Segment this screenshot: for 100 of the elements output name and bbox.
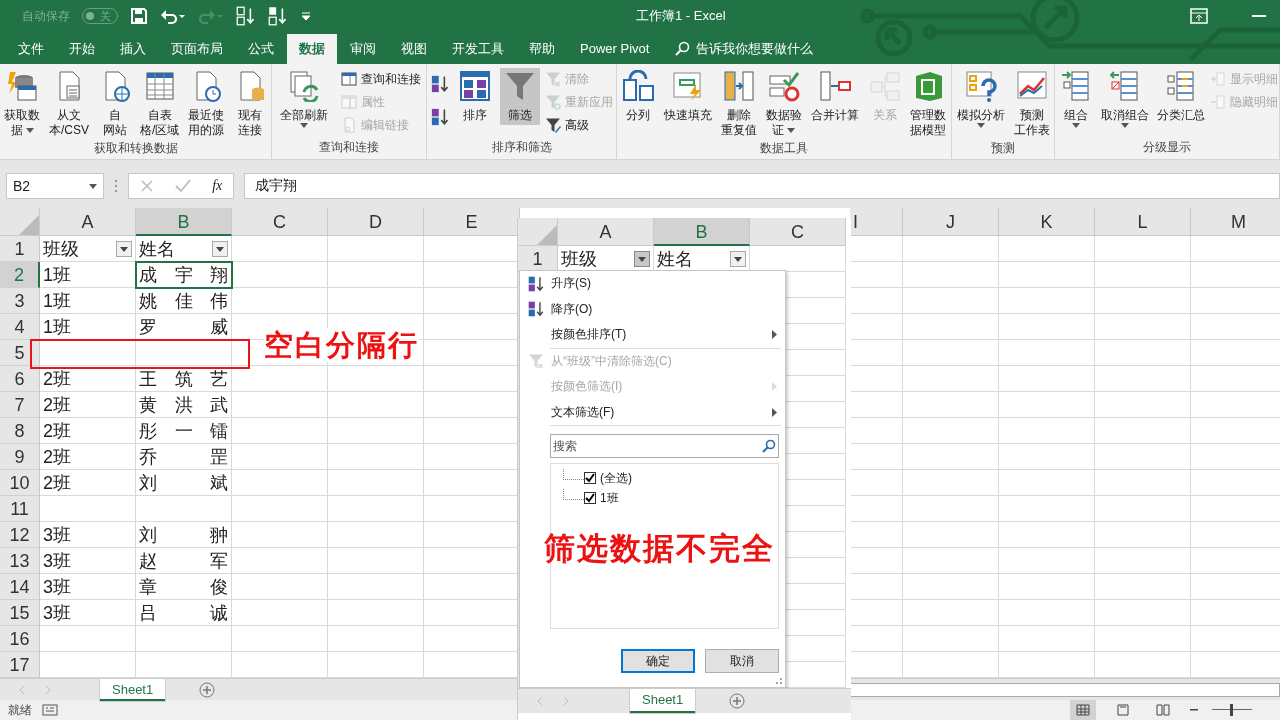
row-header[interactable]: 4 (0, 314, 40, 340)
ribbon-display-icon[interactable] (1190, 8, 1208, 24)
add-sheet-icon[interactable] (729, 693, 746, 709)
ribbon-button[interactable]: 预测 工作表 (1010, 68, 1053, 140)
column-header[interactable]: M (1191, 208, 1280, 236)
row-header[interactable]: 2 (0, 262, 40, 288)
column-header[interactable]: D (328, 208, 424, 236)
ribbon-button[interactable]: 模拟分析 (953, 68, 1008, 130)
add-sheet-icon[interactable] (199, 681, 216, 698)
column-header[interactable]: B (136, 208, 232, 236)
row-header[interactable]: 15 (0, 600, 40, 626)
sheet-tab[interactable]: Sheet1 (630, 689, 696, 713)
row-header[interactable]: 1 (0, 236, 40, 262)
menu-item[interactable]: 文本筛选(F) (520, 399, 785, 425)
column-header[interactable]: I (850, 208, 903, 236)
row-header[interactable]: 10 (0, 470, 40, 496)
ribbon-tab[interactable]: 文件 (6, 34, 56, 64)
ribbon-button[interactable]: 筛选 (500, 68, 541, 125)
ribbon-button[interactable]: 合并计算 (807, 68, 862, 125)
customize-caret-icon[interactable] (300, 10, 312, 22)
column-header[interactable]: A (558, 218, 654, 246)
checkbox[interactable] (584, 472, 596, 484)
ribbon-button[interactable]: 排序 (454, 68, 495, 125)
tell-me-search[interactable]: 告诉我你想要做什么 (674, 34, 814, 64)
ribbon-button[interactable]: 全部刷新 (277, 68, 331, 130)
row-header[interactable]: 13 (0, 548, 40, 574)
checkbox-label[interactable]: (全选) (600, 469, 632, 487)
column-header[interactable]: B (654, 218, 750, 246)
menu-item[interactable]: 按颜色排序(T) (520, 322, 785, 348)
menu-item[interactable]: 降序(O) (520, 296, 785, 322)
name-box[interactable]: B2 (6, 173, 104, 199)
column-header[interactable]: A (40, 208, 136, 236)
ribbon-button[interactable]: 取消组合 (1098, 68, 1152, 130)
resize-grip-icon[interactable] (774, 676, 782, 684)
macro-record-icon[interactable] (42, 704, 58, 716)
sheet-tab[interactable]: Sheet1 (100, 678, 166, 701)
dialog-button[interactable]: 取消 (705, 649, 779, 673)
column-header[interactable]: J (903, 208, 999, 236)
row-header[interactable]: 12 (0, 522, 40, 548)
ribbon-button[interactable]: 高级 (545, 114, 614, 136)
ribbon-tab[interactable]: 公式 (236, 34, 286, 64)
insert-function-button[interactable]: fx (212, 178, 223, 194)
ribbon-button[interactable]: 管理数 据模型 (907, 68, 950, 140)
ribbon-button[interactable]: 自 网站 (94, 68, 135, 140)
horizontal-scrollbar[interactable] (850, 682, 1280, 697)
ribbon-button[interactable]: 最近使 用的源 (185, 68, 228, 140)
row-header[interactable]: 6 (0, 366, 40, 392)
checkbox[interactable] (584, 492, 596, 504)
ribbon-tab[interactable]: 开始 (57, 34, 107, 64)
filter-dropdown-button[interactable] (212, 241, 228, 257)
column-header[interactable]: E (424, 208, 520, 236)
checkbox-label[interactable]: 1班 (600, 489, 619, 507)
ribbon-tab[interactable]: 视图 (389, 34, 439, 64)
sort-descending-icon[interactable] (268, 6, 288, 26)
dialog-button[interactable]: 确定 (621, 649, 695, 673)
ribbon-tab[interactable]: 数据 (287, 34, 337, 64)
sort-ascending-icon[interactable] (236, 6, 256, 26)
row-header[interactable]: 11 (0, 496, 40, 522)
filter-dropdown-button[interactable] (116, 241, 132, 257)
column-header[interactable]: C (232, 208, 328, 236)
save-icon[interactable] (130, 7, 148, 25)
row-header[interactable]: 3 (0, 288, 40, 314)
row-header[interactable]: 14 (0, 574, 40, 600)
ribbon-button[interactable]: 现有 连接 (229, 68, 270, 140)
row-header[interactable]: 7 (0, 392, 40, 418)
ribbon-button[interactable]: 组合 (1056, 68, 1096, 130)
filter-dropdown-button[interactable] (634, 251, 650, 267)
column-header[interactable]: K (999, 208, 1095, 236)
row-header[interactable]: 16 (0, 626, 40, 652)
row-header[interactable]: 9 (0, 444, 40, 470)
search-field[interactable]: 搜索 (550, 434, 779, 458)
ribbon-tab[interactable]: 审阅 (338, 34, 388, 64)
ribbon-button[interactable]: 分列 (618, 68, 659, 125)
page-icon (1116, 704, 1130, 716)
row-header[interactable]: 8 (0, 418, 40, 444)
normal-view-button[interactable] (1070, 700, 1096, 720)
ribbon-tab[interactable]: 帮助 (517, 34, 567, 64)
row-header[interactable]: 5 (0, 340, 40, 366)
filter-dropdown-button[interactable] (730, 251, 746, 267)
enter-icon[interactable] (174, 179, 191, 193)
ribbon-button[interactable]: 快速填充 (661, 68, 716, 125)
ribbon-button[interactable]: 分类汇总 (1154, 68, 1208, 125)
ribbon-button[interactable]: 获取数 据 (1, 68, 44, 140)
column-header[interactable]: L (1095, 208, 1191, 236)
ribbon-tab[interactable]: 插入 (108, 34, 158, 64)
ribbon-button[interactable]: 删除 重复值 (718, 68, 761, 140)
row-header[interactable]: 1 (518, 246, 558, 272)
ribbon-tab[interactable]: Power Pivot (568, 34, 662, 64)
column-header[interactable]: C (750, 218, 846, 246)
row-header[interactable]: 17 (0, 652, 40, 678)
ribbon-tab[interactable]: 页面布局 (159, 34, 235, 64)
menu-item[interactable]: 升序(S) (520, 271, 785, 297)
ribbon-button[interactable]: 从文 本/CSV (45, 68, 92, 140)
ribbon-button[interactable]: 自表 格/区域 (137, 68, 183, 140)
cancel-icon[interactable] (139, 179, 154, 193)
ribbon-button[interactable]: 查询和连接 (341, 68, 421, 90)
ribbon-tab[interactable]: 开发工具 (440, 34, 516, 64)
ribbon-button[interactable]: 数据验 证 (762, 68, 805, 140)
formula-input[interactable]: 成宇翔 (244, 173, 1280, 199)
group-label: 预测 (990, 140, 1016, 157)
